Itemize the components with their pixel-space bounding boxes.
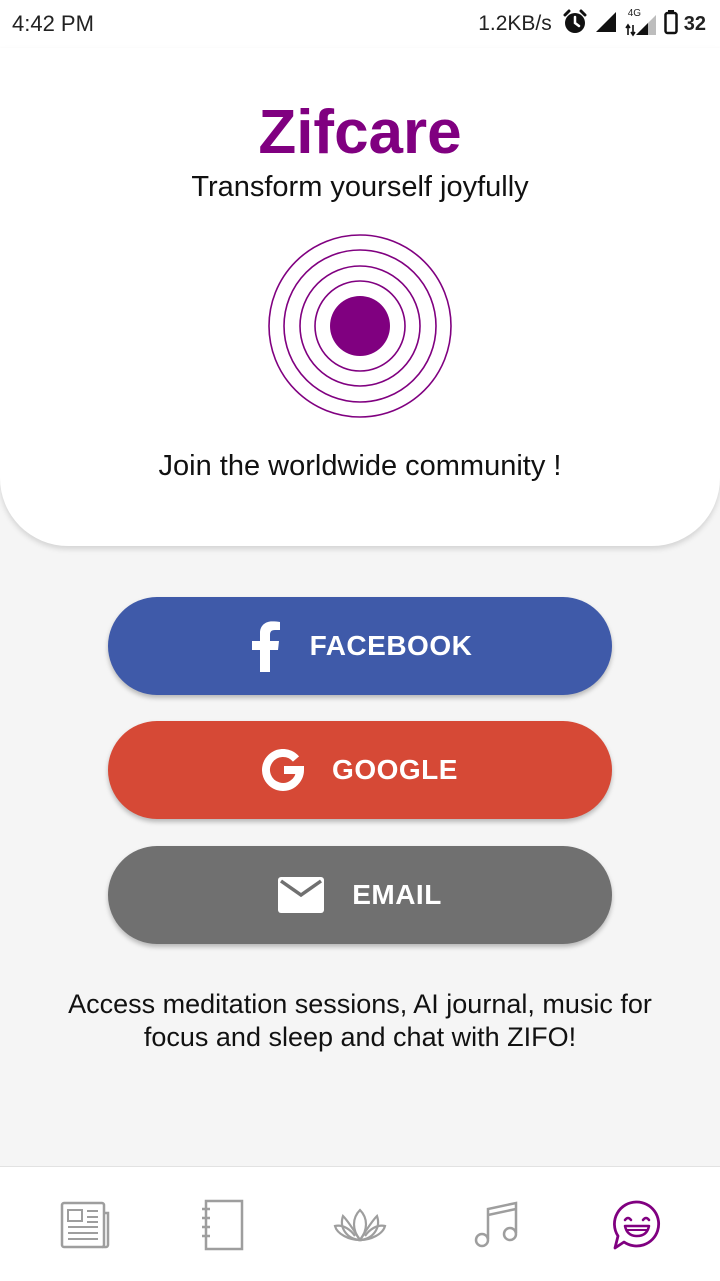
status-time: 4:42 PM xyxy=(12,11,94,36)
email-button-label: EMAIL xyxy=(352,879,442,910)
signal-4g-icon: 4G xyxy=(624,8,658,37)
alarm-icon xyxy=(562,9,588,40)
facebook-login-button[interactable]: FACEBOOK xyxy=(108,597,612,695)
network-speed: 1.2KB/s xyxy=(478,12,552,35)
nav-item-news[interactable] xyxy=(56,1197,112,1253)
lotus-icon xyxy=(333,1208,387,1242)
battery-icon xyxy=(664,9,678,40)
join-community-text: Join the worldwide community ! xyxy=(158,450,562,482)
tagline: Transform yourself joyfully xyxy=(191,171,529,203)
google-login-button[interactable]: GOOGLE xyxy=(108,721,612,819)
zifcare-logo-icon xyxy=(264,230,456,422)
nav-item-meditation[interactable] xyxy=(332,1197,388,1253)
chat-smiley-icon xyxy=(613,1200,661,1250)
nav-item-chat[interactable] xyxy=(609,1197,665,1253)
app-title: Zifcare xyxy=(258,98,462,167)
nav-item-journal[interactable] xyxy=(194,1197,250,1253)
journal-icon xyxy=(202,1199,244,1251)
hero-card: Zifcare Transform yourself joyfully Join… xyxy=(0,48,720,546)
google-button-label: GOOGLE xyxy=(332,754,458,785)
app-description: Access meditation sessions, AI journal, … xyxy=(68,989,652,1052)
signal-icon xyxy=(594,10,618,39)
email-login-button[interactable]: EMAIL xyxy=(108,846,612,944)
news-icon xyxy=(60,1201,110,1249)
facebook-icon xyxy=(248,620,282,672)
battery-level: 32 xyxy=(683,12,706,35)
status-icons: 1.2KB/s 4G 32 xyxy=(478,8,706,40)
google-icon xyxy=(262,749,305,791)
envelope-icon xyxy=(278,877,325,913)
facebook-button-label: FACEBOOK xyxy=(309,630,473,661)
status-bar: 4:42 PM 1.2KB/s 4G 32 xyxy=(0,0,720,48)
music-icon xyxy=(474,1201,518,1248)
nav-item-music[interactable] xyxy=(470,1197,526,1253)
bottom-navigation xyxy=(0,1166,720,1281)
